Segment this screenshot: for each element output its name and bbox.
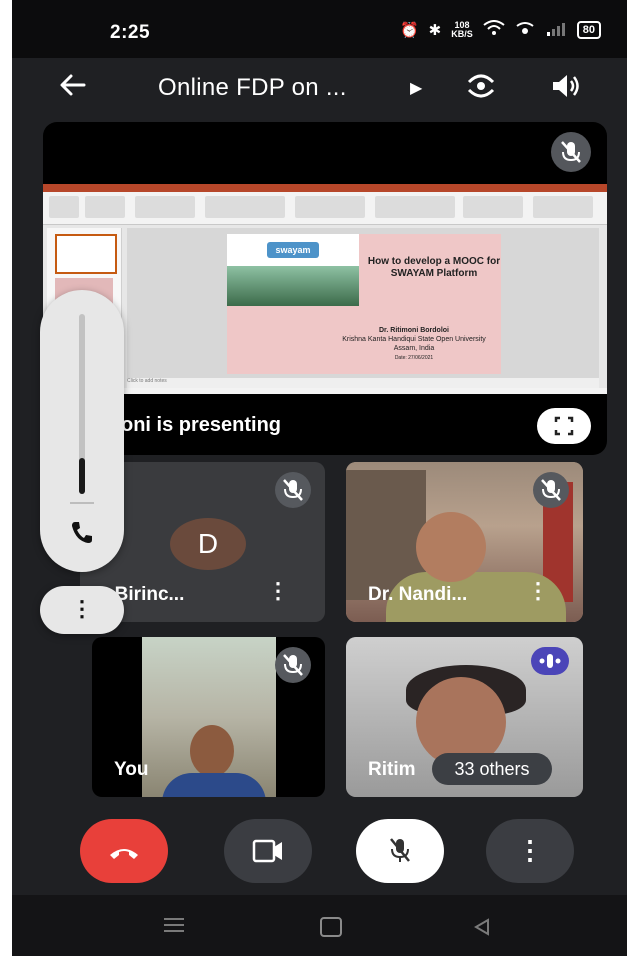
presenting-label: oni is presenting: [121, 414, 282, 436]
shared-screen: swayam How to develop a MOOC for SWAYAM …: [43, 184, 607, 394]
divider: [70, 502, 94, 504]
mic-off-icon: [551, 132, 591, 172]
slide-author: Dr. Ritimoni Bordoloi: [379, 327, 449, 334]
slide-page: swayam How to develop a MOOC for SWAYAM …: [227, 234, 501, 374]
more-vert-icon[interactable]: ⋮: [267, 578, 289, 604]
meeting-title[interactable]: Online FDP on ...: [158, 74, 347, 102]
slide-date: Date: 27/06/2021: [394, 355, 434, 361]
others-count-badge[interactable]: 33 others: [432, 753, 552, 785]
ppt-title-bar: [43, 184, 607, 192]
home-icon[interactable]: [320, 917, 342, 937]
more-options-button[interactable]: ⋮: [486, 819, 574, 883]
avatar: D: [170, 518, 246, 570]
camera-button[interactable]: [224, 819, 312, 883]
back-arrow-icon[interactable]: [58, 70, 88, 108]
participant-tile[interactable]: Dr. Nandi... ⋮: [346, 462, 583, 622]
more-vert-icon[interactable]: ⋮: [527, 578, 549, 604]
mic-off-icon: [533, 472, 569, 508]
network-speed: 108 KB/S: [451, 20, 473, 39]
battery-indicator: 80: [576, 21, 601, 39]
phone-icon[interactable]: [68, 518, 96, 546]
slide-heading: How to develop a MOOC for SWAYAM Platfor…: [367, 256, 501, 279]
hands-photo: [227, 266, 359, 306]
switch-camera-icon[interactable]: [464, 72, 498, 100]
ppt-status-bar: [43, 388, 607, 394]
meeting-header: Online FDP on ... ▶: [12, 58, 627, 118]
volume-slider-fill: [79, 458, 85, 494]
system-navigation-bar: [12, 895, 627, 956]
status-bar: 2:25 ⏰ ✱ 108 KB/S 80: [12, 0, 627, 58]
presentation-tile[interactable]: swayam How to develop a MOOC for SWAYAM …: [43, 122, 607, 455]
speaker-icon[interactable]: [550, 72, 582, 100]
back-icon[interactable]: [472, 917, 492, 937]
slide-canvas: swayam How to develop a MOOC for SWAYAM …: [127, 228, 599, 378]
mic-off-icon: [275, 472, 311, 508]
mic-off-icon: [275, 647, 311, 683]
slide-notes: Click to add notes: [127, 378, 599, 388]
participant-name: Dr. Nandi...: [368, 584, 468, 605]
participant-tile[interactable]: Ritim 33 others: [346, 637, 583, 797]
ppt-ribbon: [43, 192, 607, 225]
wifi-icon: [483, 20, 505, 40]
bluetooth-icon: ✱: [428, 22, 442, 39]
slide-affiliation: Krishna Kanta Handiqui State Open Univer…: [342, 336, 486, 343]
end-call-button[interactable]: [80, 819, 168, 883]
participant-tile-self[interactable]: You: [92, 637, 325, 797]
slide-thumbnail: [55, 234, 117, 274]
fullscreen-button[interactable]: [537, 408, 591, 444]
volume-panel[interactable]: [40, 290, 124, 572]
alarm-icon: ⏰: [399, 22, 419, 39]
status-icons: ⏰ ✱ 108 KB/S 80: [400, 20, 601, 40]
signal-icon: [545, 20, 567, 40]
participant-name: Ritim: [368, 759, 416, 780]
call-controls: ⋮: [12, 815, 627, 895]
recent-apps-icon[interactable]: [162, 917, 186, 933]
slide-author-block: Dr. Ritimoni Bordoloi Krishna Kanta Hand…: [327, 326, 501, 363]
status-time: 2:25: [110, 22, 151, 43]
side-panel-more-button[interactable]: ⋮: [40, 586, 124, 634]
mic-toggle-button[interactable]: [356, 819, 444, 883]
slide-location: Assam, India: [393, 345, 435, 352]
meet-app-screen: 2:25 ⏰ ✱ 108KB/S 80 Online FDP on ... ▶: [12, 0, 627, 956]
speaking-indicator-icon: [531, 647, 569, 675]
swayam-image: swayam: [227, 234, 359, 306]
hotspot-icon: [515, 20, 535, 40]
participant-name: You: [114, 759, 149, 780]
swayam-logo: swayam: [267, 242, 319, 258]
caret-right-icon[interactable]: ▶: [410, 78, 422, 98]
